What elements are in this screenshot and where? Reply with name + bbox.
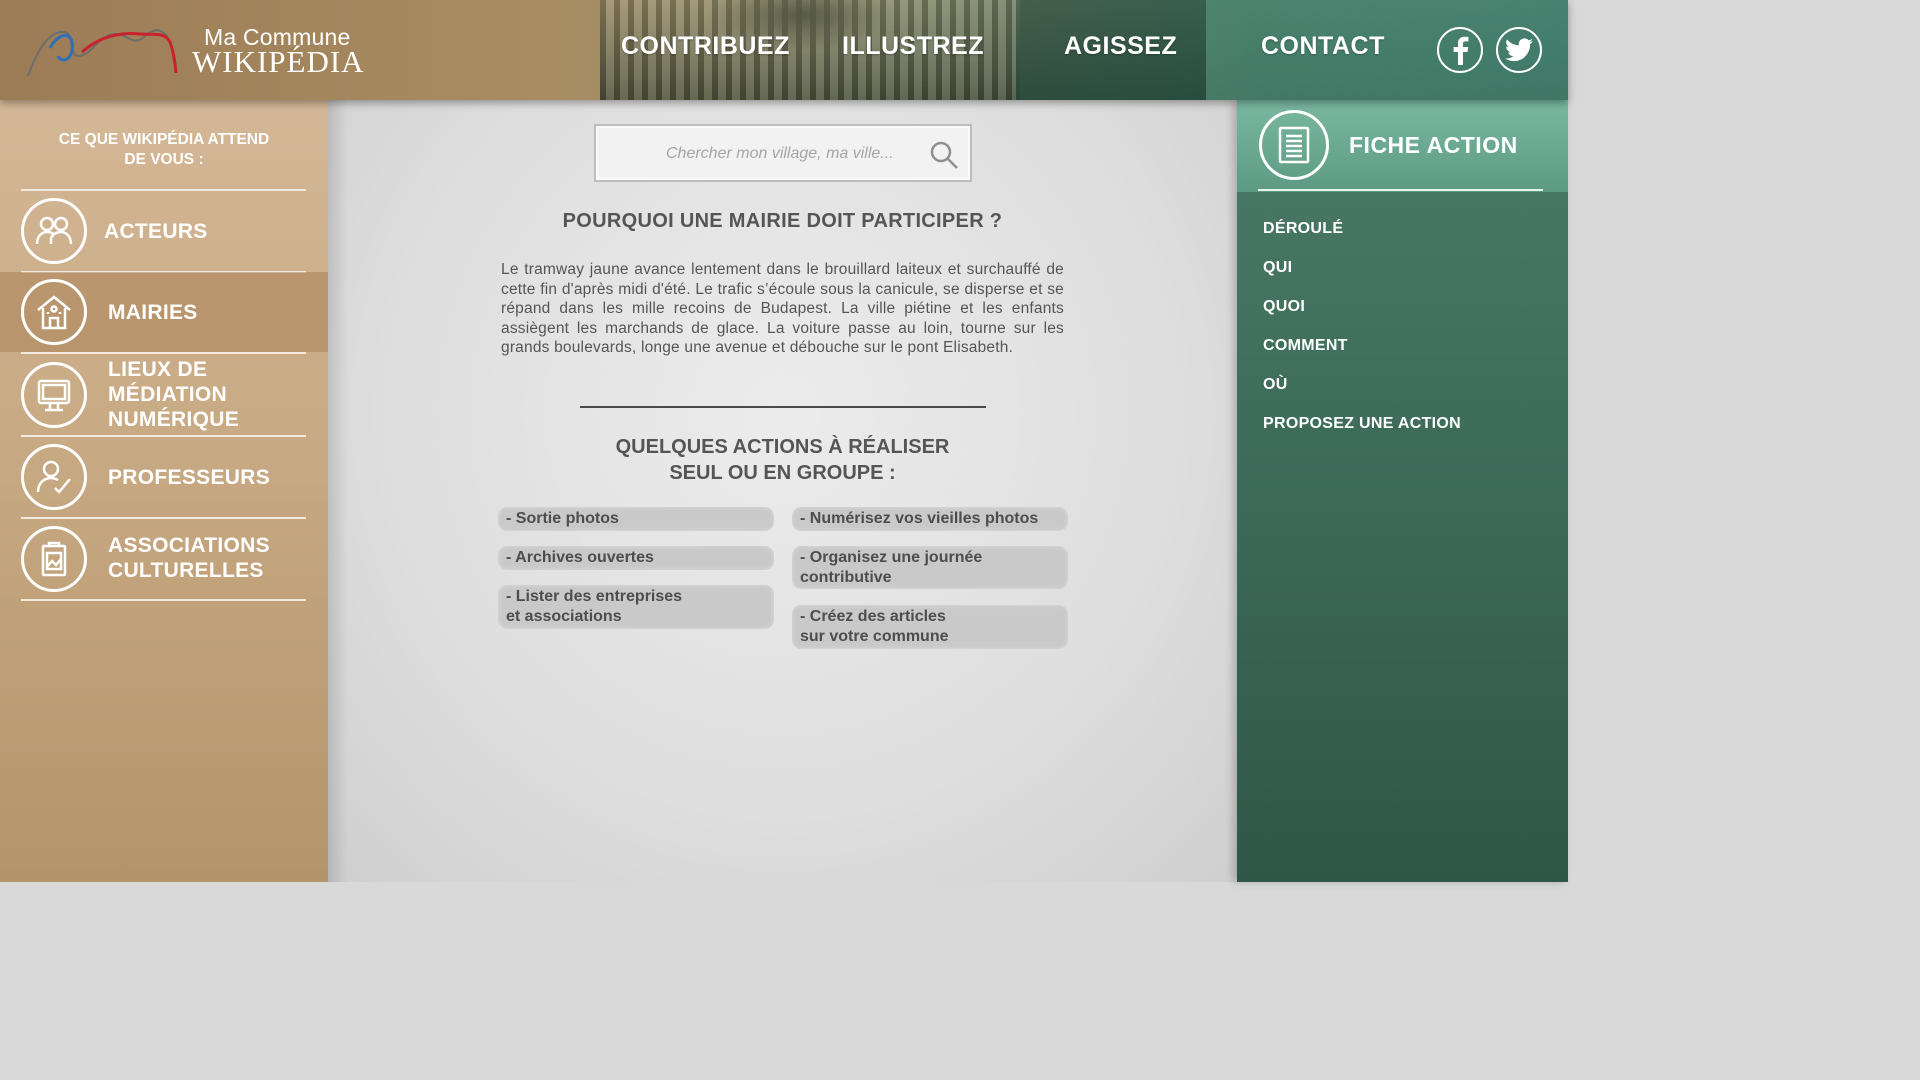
teacher-icon <box>21 444 87 510</box>
nav-contribuez[interactable]: CONTRIBUEZ <box>621 32 790 61</box>
document-icon <box>1259 110 1329 180</box>
action-creez-articles[interactable]: - Créez des articles sur votre commune <box>792 605 1068 649</box>
actions-title: QUELQUES ACTIONS À RÉALISER SEUL OU EN G… <box>615 436 950 484</box>
facebook-button[interactable] <box>1437 27 1483 73</box>
nav-contact[interactable]: CONTACT <box>1261 32 1385 61</box>
search-input[interactable] <box>666 142 916 166</box>
header-bar: Ma Commune WIKIPÉDIA CONTRIBUEZ ILLUSTRE… <box>0 0 1568 100</box>
link-proposez-action[interactable]: PROPOSEZ UNE ACTION <box>1263 415 1461 433</box>
fiche-action-divider <box>1258 189 1543 191</box>
link-deroule[interactable]: DÉROULÉ <box>1263 220 1343 238</box>
link-ou[interactable]: OÙ <box>1263 376 1288 394</box>
search-bar <box>594 124 972 182</box>
twitter-icon <box>1505 38 1533 62</box>
sidebar-divider <box>21 599 306 601</box>
sidebar-item-acteurs[interactable]: ACTEURS <box>0 191 328 271</box>
sidebar-title: CE QUE WIKIPÉDIA ATTEND DE VOUS : <box>58 131 270 168</box>
section-paragraph: Le tramway jaune avance lentement dans l… <box>501 261 1064 357</box>
action-archives-ouvertes[interactable]: - Archives ouvertes <box>498 546 774 570</box>
section-divider <box>580 406 986 408</box>
fiche-action-panel: FICHE ACTION DÉROULÉ QUI QUOI COMMENT OÙ… <box>1237 100 1568 882</box>
monitor-icon <box>21 362 87 428</box>
twitter-button[interactable] <box>1496 27 1542 73</box>
fiche-action-header: FICHE ACTION <box>1237 100 1568 192</box>
fiche-action-title: FICHE ACTION <box>1349 132 1518 158</box>
logo-text-bottom: WIKIPÉDIA <box>192 44 365 79</box>
link-comment[interactable]: COMMENT <box>1263 337 1348 355</box>
sidebar-item-associations[interactable]: ASSOCIATIONS CULTURELLES <box>0 519 328 599</box>
sidebar-item-professeurs[interactable]: PROFESSEURS <box>0 437 328 517</box>
search-icon[interactable] <box>928 139 960 171</box>
sidebar-item-label: ASSOCIATIONS CULTURELLES <box>108 534 270 582</box>
group-icon <box>21 198 87 264</box>
town-hall-icon <box>21 279 87 345</box>
facebook-icon <box>1453 36 1469 65</box>
nav-illustrez[interactable]: ILLUSTREZ <box>842 32 984 61</box>
action-sortie-photos[interactable]: - Sortie photos <box>498 507 774 531</box>
sidebar-item-mairies[interactable]: MAIRIES <box>0 272 328 352</box>
link-qui[interactable]: QUI <box>1263 259 1292 277</box>
sidebar-item-label: LIEUX DE MÉDIATION NUMÉRIQUE <box>108 358 240 431</box>
section-title: POURQUOI UNE MAIRIE DOIT PARTICIPER ? <box>562 210 1003 232</box>
clipboard-image-icon <box>21 526 87 592</box>
sidebar-item-label: ACTEURS <box>104 220 208 243</box>
sidebar: CE QUE WIKIPÉDIA ATTEND DE VOUS : ACTEUR… <box>0 100 328 882</box>
main-content: POURQUOI UNE MAIRIE DOIT PARTICIPER ? Le… <box>328 100 1237 882</box>
sidebar-item-label: MAIRIES <box>108 301 198 324</box>
action-lister-entreprises[interactable]: - Lister des entreprises et associations <box>498 585 774 629</box>
link-quoi[interactable]: QUOI <box>1263 298 1305 316</box>
action-journee-contributive[interactable]: - Organisez une journée contributive <box>792 546 1068 589</box>
nav-agissez[interactable]: AGISSEZ <box>1064 32 1177 61</box>
sidebar-item-lieux-mediation[interactable]: LIEUX DE MÉDIATION NUMÉRIQUE <box>0 354 328 434</box>
action-numerisez-photos[interactable]: - Numérisez vos vieilles photos <box>792 507 1068 531</box>
sidebar-item-label: PROFESSEURS <box>108 466 270 489</box>
